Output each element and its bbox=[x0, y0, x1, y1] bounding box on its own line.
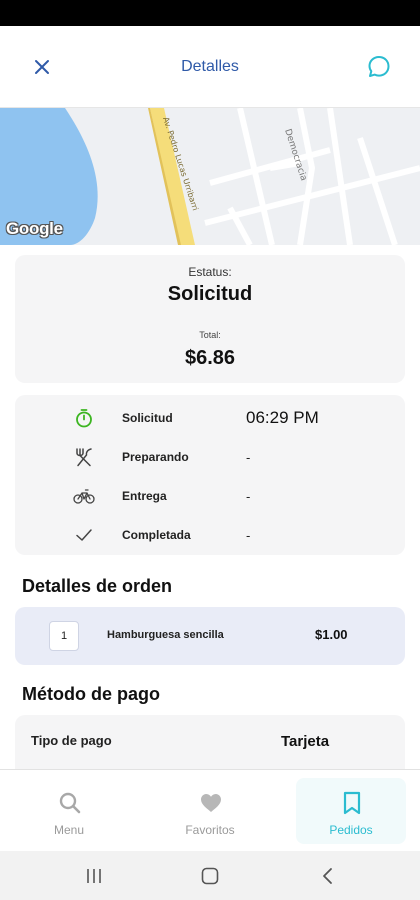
payment-type-label: Tipo de pago bbox=[31, 733, 112, 748]
tab-label: Menu bbox=[53, 823, 85, 837]
timeline-row-completada: Completada - bbox=[15, 520, 405, 550]
tab-pedidos[interactable]: Pedidos bbox=[296, 778, 406, 844]
status-bar bbox=[0, 0, 420, 26]
back-icon[interactable] bbox=[317, 865, 339, 887]
timeline-label: Entrega bbox=[122, 489, 167, 503]
bottom-tab-bar: Menu Favoritos Pedidos bbox=[0, 769, 420, 851]
details-scroll[interactable]: Estatus: Solicitud Total: $6.86 Solicitu… bbox=[0, 245, 420, 769]
timeline-time: - bbox=[246, 450, 251, 465]
google-logo: Google bbox=[6, 219, 63, 238]
payment-method-title: Método de pago bbox=[22, 684, 160, 704]
map-drawing: Democracia Av. Pedro Lucas Urribarri bbox=[0, 108, 420, 245]
timeline-time: - bbox=[246, 528, 251, 543]
tab-menu[interactable]: Menu bbox=[14, 778, 124, 844]
timeline-time: - bbox=[246, 489, 251, 504]
bookmark-icon bbox=[343, 791, 361, 815]
quantity-box: 1 bbox=[49, 621, 79, 651]
status-value: Solicitud bbox=[167, 283, 253, 305]
total-label: Total: bbox=[199, 330, 221, 340]
order-timeline: Solicitud 06:29 PM Preparando - Entrega … bbox=[15, 395, 405, 555]
timeline-label: Preparando bbox=[122, 450, 189, 464]
search-icon bbox=[59, 792, 81, 814]
timeline-label: Completada bbox=[122, 528, 191, 542]
bicycle-icon bbox=[73, 489, 95, 504]
item-price: $1.00 bbox=[315, 627, 348, 642]
timeline-row-preparando: Preparando - bbox=[15, 442, 405, 472]
status-card: Estatus: Solicitud Total: $6.86 bbox=[15, 255, 405, 383]
app-header: Detalles bbox=[0, 26, 420, 108]
order-details-title: Detalles de orden bbox=[22, 576, 173, 596]
payment-type-value: Tarjeta bbox=[281, 733, 330, 750]
stopwatch-icon bbox=[76, 409, 92, 428]
status-label: Estatus: bbox=[188, 265, 232, 279]
order-item[interactable]: 1 Hamburguesa sencilla $1.00 bbox=[15, 607, 405, 665]
total-value: $6.86 bbox=[184, 347, 236, 369]
tab-label: Favoritos bbox=[185, 823, 235, 837]
timeline-row-entrega: Entrega - bbox=[15, 481, 405, 511]
page-title: Detalles bbox=[181, 58, 239, 75]
timeline-time: 06:29 PM bbox=[246, 408, 319, 427]
timeline-row-solicitud: Solicitud 06:29 PM bbox=[15, 403, 405, 433]
recent-apps-icon[interactable] bbox=[83, 865, 105, 887]
chat-bubble-icon[interactable] bbox=[366, 54, 392, 80]
system-nav-bar bbox=[0, 851, 420, 900]
home-icon[interactable] bbox=[199, 865, 221, 887]
item-name: Hamburguesa sencilla bbox=[107, 629, 224, 641]
payment-card: Tipo de pago Tarjeta bbox=[15, 715, 405, 769]
delivery-map[interactable]: Democracia Av. Pedro Lucas Urribarri Goo… bbox=[0, 108, 420, 245]
tab-favoritos[interactable]: Favoritos bbox=[155, 778, 265, 844]
fork-knife-icon bbox=[76, 448, 92, 467]
timeline-label: Solicitud bbox=[122, 411, 173, 425]
checkmark-icon bbox=[76, 529, 92, 541]
tab-label: Pedidos bbox=[329, 823, 373, 837]
heart-icon bbox=[201, 794, 221, 812]
